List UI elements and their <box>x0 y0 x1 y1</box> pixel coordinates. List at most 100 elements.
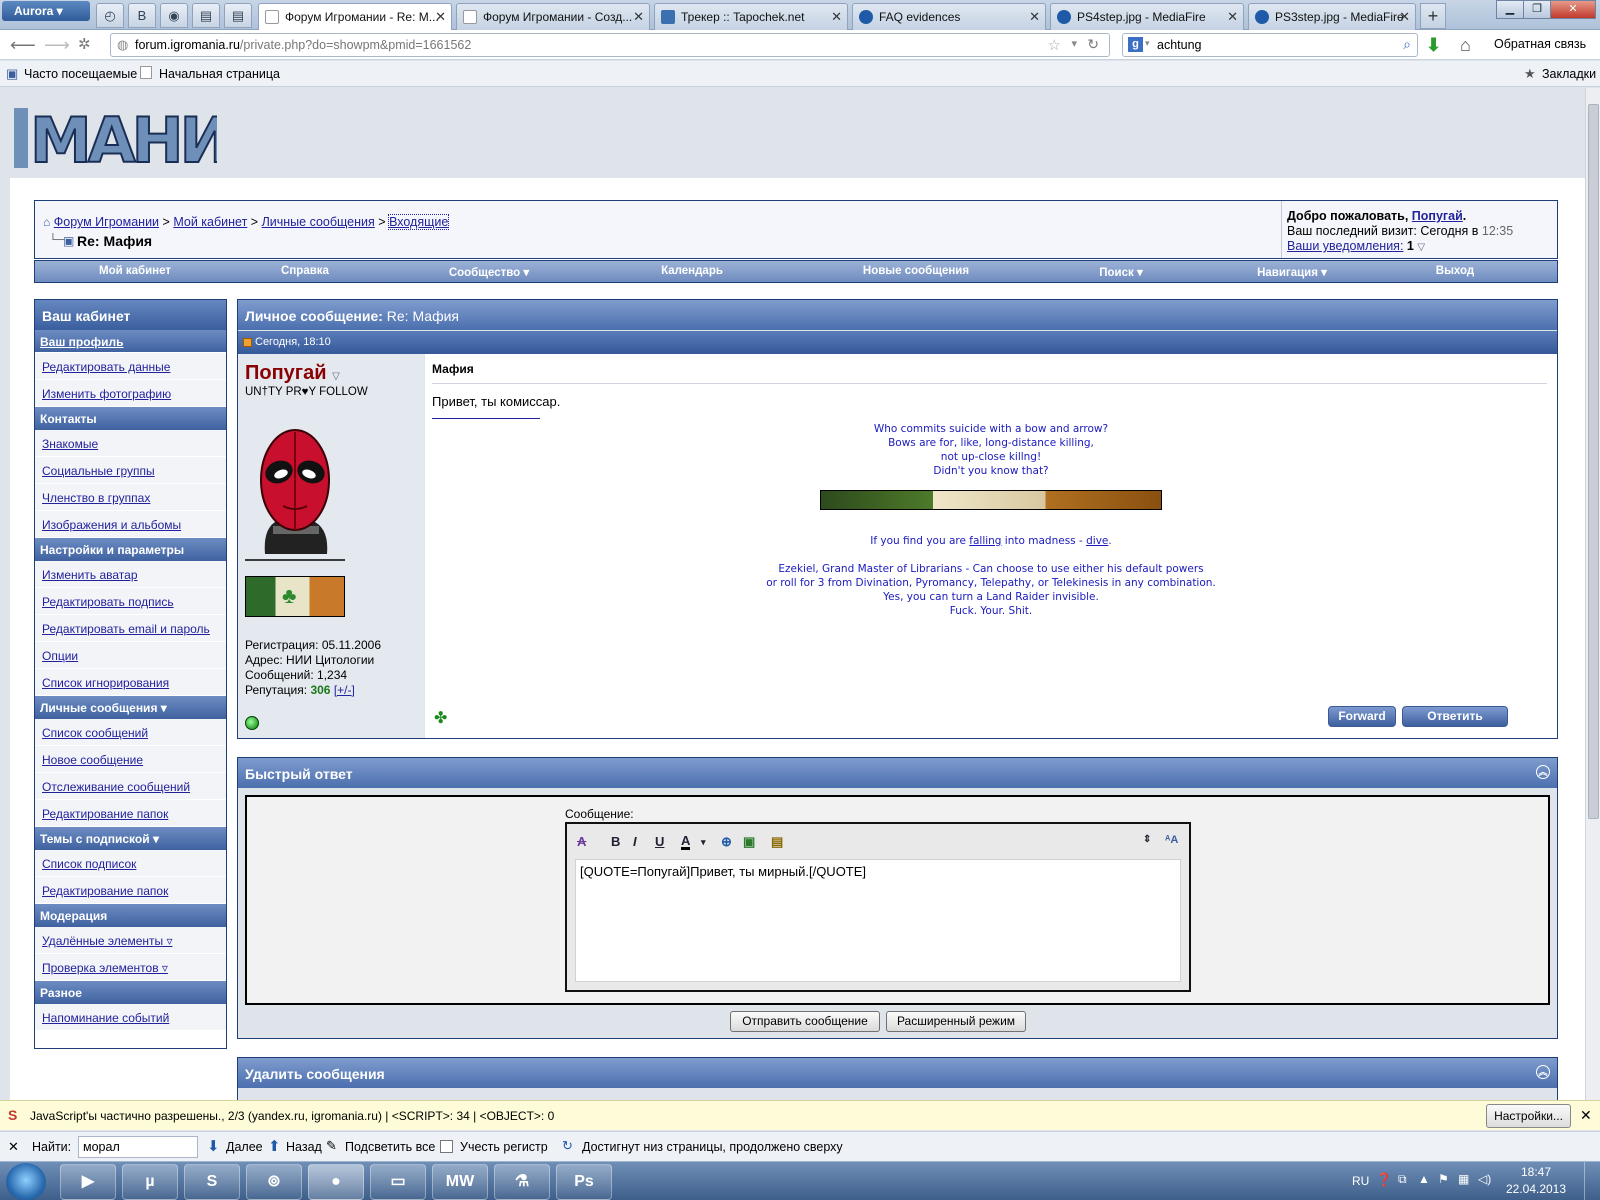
taskbar-utorrent-icon[interactable]: µ <box>122 1164 178 1200</box>
sidebar-item-label[interactable]: Удалённые элементы ▿ <box>42 934 173 948</box>
sidebar-item-edit-photo[interactable]: Изменить фотографию <box>35 380 226 407</box>
sidebar-item-message-list[interactable]: Список сообщений <box>35 719 226 746</box>
sidebar-item-moderate-items[interactable]: Проверка элементов ▿ <box>35 954 226 981</box>
chevron-down-icon[interactable]: ▽ <box>332 371 340 382</box>
search-input[interactable]: achtung <box>1157 38 1201 52</box>
sidebar-item-edit-subscription-folders[interactable]: Редактирование папок <box>35 877 226 904</box>
sidebar-item-label[interactable]: Редактировать email и пароль <box>42 622 210 636</box>
insert-link-icon[interactable]: ⊕ <box>721 834 732 850</box>
notifications-link[interactable]: Ваши уведомления: <box>1287 239 1403 253</box>
sidebar-item-edit-email-password[interactable]: Редактировать email и пароль <box>35 615 226 642</box>
sidebar-item-edit-folders[interactable]: Редактирование папок <box>35 800 226 827</box>
tab-ps3step[interactable]: PS3step.jpg - MediaFire ✕ <box>1248 3 1416 30</box>
taskbar-skype-icon[interactable]: S <box>184 1164 240 1200</box>
advanced-mode-button[interactable]: Расширенный режим <box>886 1011 1026 1032</box>
signature-link-falling[interactable]: falling <box>969 535 1001 547</box>
sidebar-item-edit-details[interactable]: Редактировать данные <box>35 353 226 380</box>
search-icon[interactable]: ⌕ <box>1403 36 1411 53</box>
sidebar-item-label[interactable]: Список подписок <box>42 857 136 871</box>
sidebar-item-albums[interactable]: Изображения и альбомы <box>35 511 226 538</box>
sender-username-text[interactable]: Попугай <box>245 362 327 384</box>
close-icon[interactable]: ✕ <box>435 9 446 25</box>
signature-link-dive[interactable]: dive <box>1086 535 1108 547</box>
window-close-button[interactable]: ✕ <box>1550 0 1596 19</box>
resize-icon[interactable]: ⇕ <box>1143 834 1151 845</box>
sidebar-item-friends[interactable]: Знакомые <box>35 430 226 457</box>
tab-faq-evidences[interactable]: FAQ evidences ✕ <box>852 3 1046 30</box>
tab-igromania-reply[interactable]: Форум Игромании - Re: М... ✕ <box>258 3 452 31</box>
underline-icon[interactable]: U <box>655 834 664 849</box>
nav-logout[interactable]: Выход <box>1436 265 1474 277</box>
close-icon[interactable]: ✕ <box>1029 9 1040 25</box>
sidebar-header-subscriptions[interactable]: Темы с подпиской ▾ <box>35 827 226 850</box>
switch-editor-mode-icon[interactable]: ᴬA <box>1165 834 1178 846</box>
sidebar-item-label[interactable]: Новое сообщение <box>42 753 143 767</box>
minimize-button[interactable]: ▁ <box>1496 0 1524 19</box>
bookmark-most-visited[interactable]: Часто посещаемые <box>24 67 137 81</box>
pinned-tab-vk-icon[interactable]: В <box>128 3 156 28</box>
sidebar-item-label[interactable]: Редактировать подпись <box>42 595 174 609</box>
sidebar-item-label[interactable]: Изменить аватар <box>42 568 138 582</box>
sidebar-header-private-messages[interactable]: Личные сообщения ▾ <box>35 696 226 719</box>
taskbar-browser-icon[interactable]: ● <box>308 1164 364 1200</box>
highlight-all-button[interactable]: Подсветить все <box>345 1140 435 1154</box>
italic-icon[interactable]: I <box>633 834 637 849</box>
sidebar-item-label[interactable]: Изменить фотографию <box>42 387 171 401</box>
sidebar-item-track-messages[interactable]: Отслеживание сообщений <box>35 773 226 800</box>
sidebar-item-deleted-items[interactable]: Удалённые элементы ▿ <box>35 927 226 954</box>
close-icon[interactable]: ✕ <box>8 1139 19 1155</box>
tray-icon[interactable]: ⧉ <box>1398 1172 1407 1187</box>
sidebar-item-new-message[interactable]: Новое сообщение <box>35 746 226 773</box>
collapse-icon[interactable]: ︽ <box>1536 1065 1550 1079</box>
site-logo[interactable]: ИГРО МАНИЯ <box>12 98 276 179</box>
app-menu-button[interactable]: Aurora ▾ <box>2 1 90 21</box>
chevron-down-icon[interactable]: ▾ <box>701 837 706 848</box>
breadcrumb-inbox[interactable]: Входящие <box>388 214 450 230</box>
nav-navigation[interactable]: Навигация ▾ <box>1257 265 1327 279</box>
sidebar-item-edit-avatar[interactable]: Изменить аватар <box>35 561 226 588</box>
tab-tapochek[interactable]: Трекер :: Tapochek.net ✕ <box>654 3 848 30</box>
breadcrumb-my-cabinet[interactable]: Мой кабинет <box>173 215 247 229</box>
forward-icon[interactable]: ⟶ <box>44 35 70 56</box>
close-icon[interactable]: ✕ <box>1227 9 1238 25</box>
taskbar-steam-icon[interactable]: ⊚ <box>246 1164 302 1200</box>
sidebar-item-label[interactable]: Напоминание событий <box>42 1011 169 1025</box>
sidebar-item-label[interactable]: Знакомые <box>42 437 98 451</box>
find-input[interactable]: морал <box>78 1136 198 1158</box>
taskbar-tool-icon[interactable]: ⚗ <box>494 1164 550 1200</box>
pinned-tab-page2-icon[interactable]: ▤ <box>224 3 252 28</box>
sidebar-item-label[interactable]: Список сообщений <box>42 726 148 740</box>
action-center-flag-icon[interactable]: ⚑ <box>1438 1172 1449 1186</box>
sidebar-item-ignore-list[interactable]: Список игнорирования <box>35 669 226 696</box>
collapse-icon[interactable]: ︽ <box>1536 765 1550 779</box>
clock-time[interactable]: 18:47 <box>1506 1165 1566 1179</box>
start-button[interactable] <box>6 1163 46 1200</box>
breadcrumb-forum[interactable]: Форум Игромании <box>54 215 159 229</box>
nav-help[interactable]: Справка <box>281 265 329 277</box>
tools-icon[interactable]: ✲ <box>78 35 91 53</box>
nav-my-cabinet[interactable]: Мой кабинет <box>99 265 171 277</box>
show-desktop-button[interactable] <box>1584 1162 1598 1200</box>
sidebar-item-social-groups[interactable]: Социальные группы <box>35 457 226 484</box>
sidebar-item-label[interactable]: Опции <box>42 649 78 663</box>
bookmark-start-page[interactable]: Начальная страница <box>159 67 280 81</box>
sender-avatar[interactable] <box>245 422 345 562</box>
close-icon[interactable]: ✕ <box>633 9 644 25</box>
sidebar-item-label[interactable]: Социальные группы <box>42 464 155 478</box>
history-dropdown-icon[interactable]: ▾ <box>1071 37 1077 50</box>
match-case-checkbox[interactable] <box>440 1140 453 1153</box>
network-icon[interactable]: ▦ <box>1458 1172 1469 1186</box>
nav-search[interactable]: Поиск ▾ <box>1099 265 1142 279</box>
sidebar-item-event-reminders[interactable]: Напоминание событий <box>35 1004 226 1031</box>
insert-image-icon[interactable]: ▣ <box>743 834 755 850</box>
nav-community[interactable]: Сообщество ▾ <box>449 265 529 279</box>
sidebar-item-options[interactable]: Опции <box>35 642 226 669</box>
nav-calendar[interactable]: Календарь <box>661 265 723 277</box>
tab-ps4step[interactable]: PS4step.jpg - MediaFire ✕ <box>1050 3 1244 30</box>
reload-icon[interactable]: ↻ <box>1087 36 1099 53</box>
tab-igromania-create[interactable]: Форум Игромании - Созд... ✕ <box>456 3 650 30</box>
home-icon[interactable]: ⌂ <box>1460 35 1471 56</box>
page-scrollbar[interactable] <box>1585 88 1600 1100</box>
notification-settings-button[interactable]: Настройки... <box>1486 1104 1571 1128</box>
insert-quote-icon[interactable]: ▤ <box>771 834 783 850</box>
